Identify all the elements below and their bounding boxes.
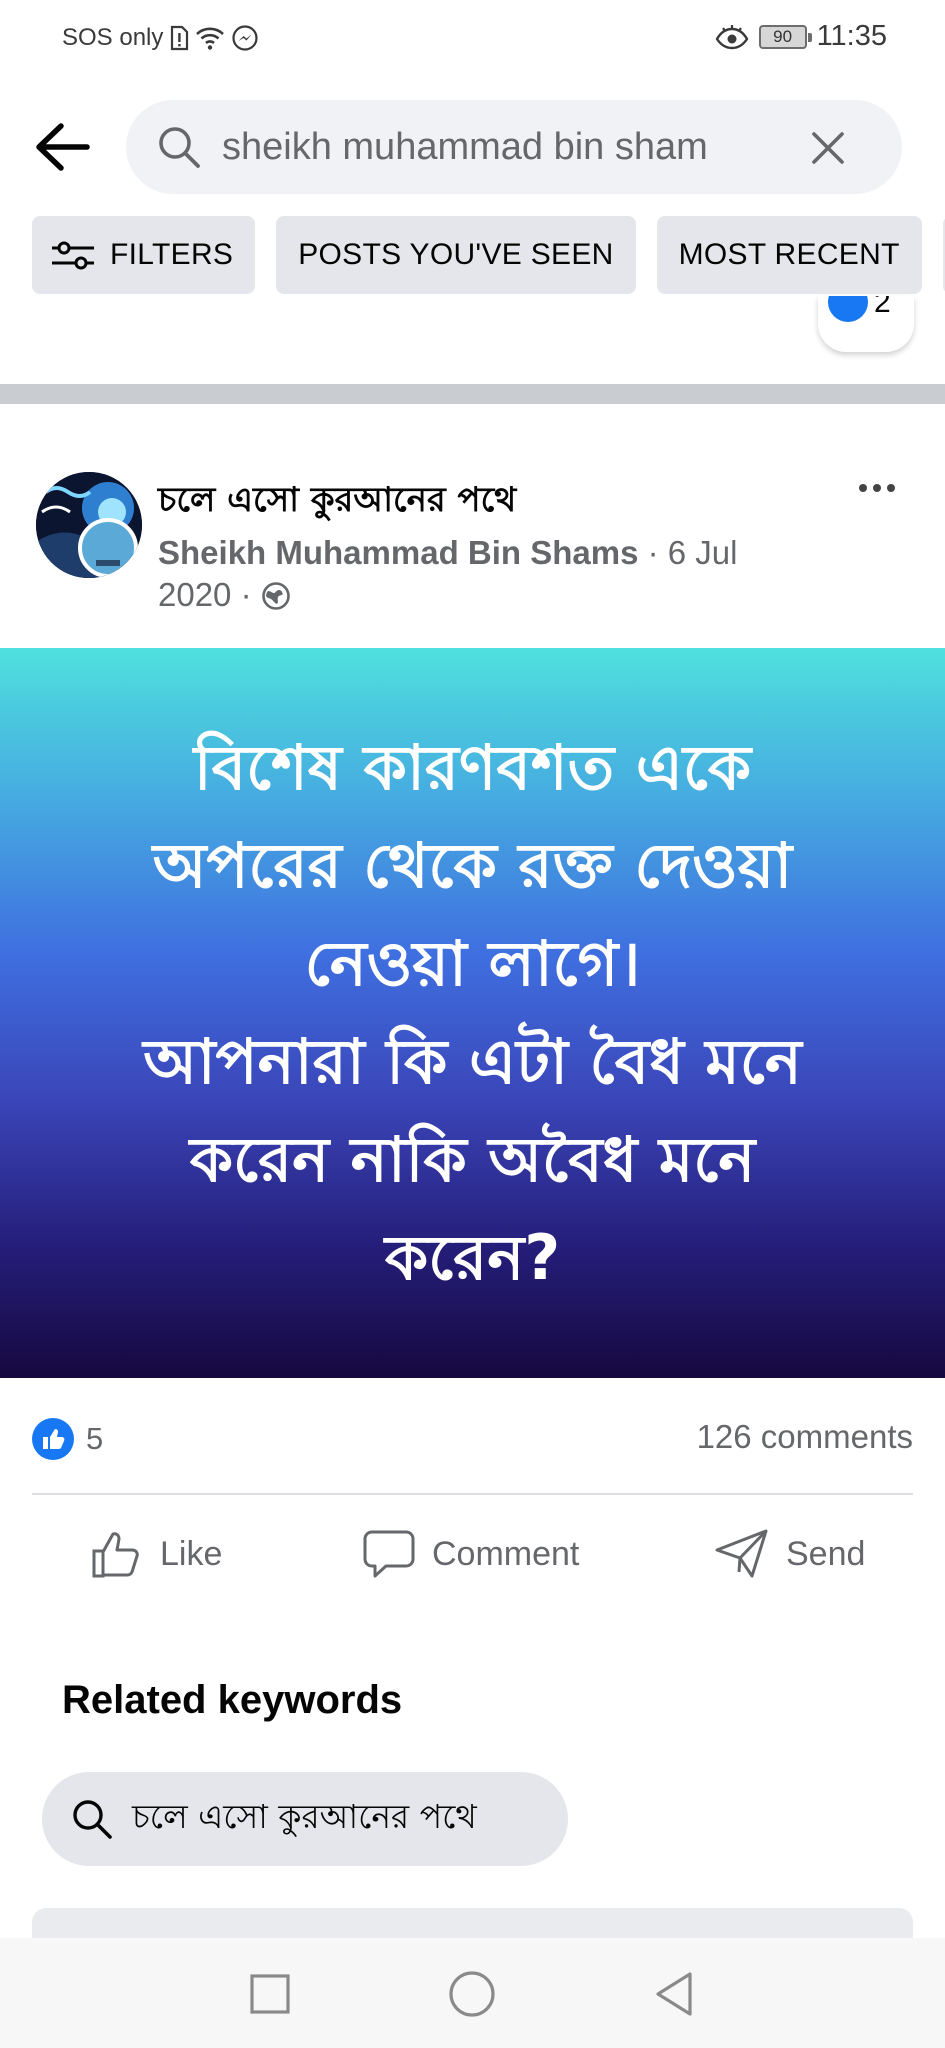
wifi-icon xyxy=(196,27,225,50)
triangle-back-icon xyxy=(656,1972,692,2016)
status-bar: SOS only 90 11:35 xyxy=(0,0,945,80)
filters-chip[interactable]: FILTERS xyxy=(32,216,256,294)
search-icon xyxy=(159,127,200,168)
recent-apps-button[interactable] xyxy=(240,1964,300,2024)
battery-icon: 90 xyxy=(758,24,812,49)
post-image-text: বিশেষ কারণবশত একে অপরের থেকে রক্ত দেওয়া… xyxy=(143,731,802,1294)
clock: 11:35 xyxy=(816,20,887,52)
meta-separator: · xyxy=(638,534,668,571)
status-left: SOS only xyxy=(62,24,259,52)
screen: SOS only 90 11:35 FILTERS POSTS YOU'VE S… xyxy=(0,0,945,2048)
related-keyword-chip[interactable]: চলে এসো কুরআনের পথে xyxy=(42,1772,568,1866)
reactions-summary[interactable]: 5 xyxy=(32,1418,103,1460)
related-keywords-title: Related keywords xyxy=(62,1678,403,1722)
sliders-icon xyxy=(52,241,94,270)
messenger-icon xyxy=(232,25,258,51)
like-reaction-icon xyxy=(32,1418,74,1460)
nav-back-button[interactable] xyxy=(644,1964,704,2024)
post-divider xyxy=(32,1493,913,1495)
post-author[interactable]: Sheikh Muhammad Bin Shams xyxy=(158,534,638,571)
post-image[interactable]: বিশেষ কারণবশত একে অপরের থেকে রক্ত দেওয়া… xyxy=(0,648,945,1378)
status-right: 90 11:35 xyxy=(715,20,887,53)
battery-level: 90 xyxy=(773,26,793,46)
search-bar[interactable] xyxy=(126,100,902,194)
filter-chips: FILTERS POSTS YOU'VE SEEN MOST RECENT P xyxy=(32,216,945,294)
dot-2 xyxy=(873,484,881,492)
feed-separator xyxy=(0,384,945,404)
thumbs-up-icon xyxy=(43,1429,65,1449)
post-more-button[interactable] xyxy=(852,468,902,508)
back-button[interactable] xyxy=(28,112,98,182)
comment-label: Comment xyxy=(432,1534,580,1573)
sim-alert-icon xyxy=(171,25,189,51)
close-icon xyxy=(812,132,844,164)
dot-1 xyxy=(859,484,867,492)
send-plane-icon xyxy=(715,1529,768,1578)
most-recent-label: MOST RECENT xyxy=(678,238,900,271)
posts-seen-label: POSTS YOU'VE SEEN xyxy=(298,238,614,271)
previous-reaction-count: 2 xyxy=(874,296,891,319)
post-meta: Sheikh Muhammad Bin Shams · 6 Jul 2020 · xyxy=(158,532,798,616)
post-page-name[interactable]: চলে এসো কুরআনের পথে xyxy=(158,474,516,531)
thumbs-up-outline-icon xyxy=(92,1532,139,1578)
eye-comfort-icon xyxy=(715,24,748,49)
like-button[interactable]: Like xyxy=(90,1524,222,1584)
comments-count[interactable]: 126 comments xyxy=(697,1418,913,1456)
send-label: Send xyxy=(786,1534,866,1573)
previous-post-reactions[interactable]: 2 xyxy=(818,296,914,352)
send-button[interactable]: Send xyxy=(714,1524,865,1584)
carrier-text: SOS only xyxy=(62,24,164,51)
dot-3 xyxy=(887,484,895,492)
public-audience-icon xyxy=(261,582,290,610)
arrow-left-icon xyxy=(36,123,90,171)
comment-button[interactable]: Comment xyxy=(362,1524,579,1584)
reaction-count: 5 xyxy=(86,1421,104,1456)
system-nav-bar xyxy=(0,1938,945,2048)
most-recent-chip[interactable]: MOST RECENT xyxy=(656,216,922,294)
comment-bubble-icon xyxy=(363,1530,415,1578)
square-icon xyxy=(250,1974,290,2014)
avatar-image xyxy=(36,472,142,578)
like-reaction-icon xyxy=(828,296,868,322)
page-avatar[interactable] xyxy=(36,472,142,578)
related-keyword-text: চলে এসো কুরআনের পথে xyxy=(132,1797,477,1836)
like-label: Like xyxy=(160,1534,223,1573)
meta-separator-2: · xyxy=(231,576,261,613)
filters-label: FILTERS xyxy=(110,238,234,271)
home-button[interactable] xyxy=(442,1964,502,2024)
circle-icon xyxy=(449,1971,495,2017)
search-input[interactable] xyxy=(222,114,782,180)
clear-search-button[interactable] xyxy=(806,126,850,170)
posts-seen-chip[interactable]: POSTS YOU'VE SEEN xyxy=(276,216,636,294)
search-icon xyxy=(73,1800,112,1839)
